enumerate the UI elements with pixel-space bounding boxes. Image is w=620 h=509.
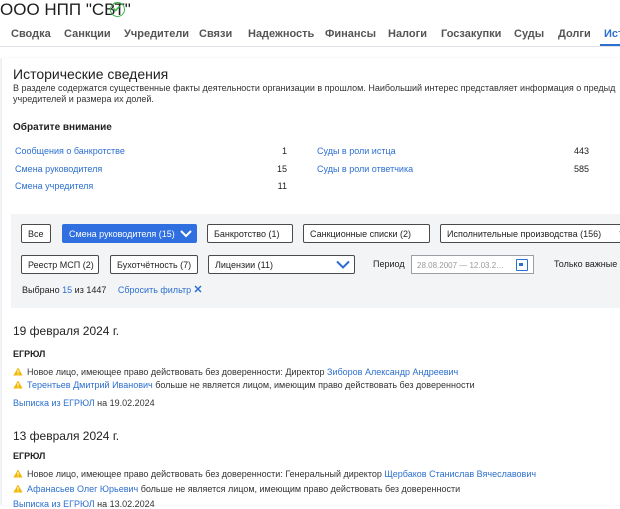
active-tab-underline: [600, 44, 620, 46]
tab-courts[interactable]: Суды: [514, 28, 544, 40]
egrul-extract-link[interactable]: Выписка из ЕГРЮЛ: [13, 499, 95, 509]
tab-sanctions[interactable]: Санкции: [64, 28, 111, 40]
attention-item-label: Суды в роли истца: [317, 146, 396, 156]
tab-connections[interactable]: Связи: [199, 28, 232, 40]
attention-item[interactable]: Сообщения о банкротстве 1: [15, 146, 287, 156]
chevron-down-icon: [180, 230, 192, 238]
event-reference-date: на 19.02.2024: [97, 398, 155, 408]
attention-item-value: 11: [277, 181, 287, 191]
event-item: Новое лицо, имеющее право действовать бе…: [13, 469, 536, 479]
tab-procurement[interactable]: Госзакупки: [441, 28, 501, 40]
filter-sanctions-button[interactable]: Санкционные списки (2): [303, 224, 430, 243]
attention-item-value: 585: [573, 164, 589, 174]
event-source: ЕГРЮЛ: [13, 451, 46, 461]
chevron-down-icon: [336, 260, 350, 269]
attention-item[interactable]: Суды в роли истца 443: [317, 146, 589, 156]
selected-count: 15: [62, 285, 73, 295]
filter-enforcement-dropdown[interactable]: Исполнительные производства (156): [440, 224, 620, 243]
selection-summary: Выбрано 15 из 1447 Сбросить фильтр: [22, 285, 202, 295]
attention-item-label: Сообщения о банкротстве: [15, 146, 125, 156]
filter-label: Смена руководителя (15): [69, 229, 175, 239]
attention-item-value: 443: [573, 146, 589, 156]
event-text: Новое лицо, имеющее право действовать бе…: [27, 469, 385, 479]
filter-director-change-dropdown[interactable]: Смена руководителя (15): [62, 224, 197, 243]
attention-item-label: Смена руководителя: [15, 164, 103, 174]
filter-label: Лицензии (11): [215, 260, 273, 270]
event-text: больше не является лицом, имеющим право …: [152, 380, 475, 390]
event-reference-date: на 13.02.2024: [97, 499, 155, 509]
filter-panel: Все Смена руководителя (15) Банкротство …: [11, 214, 620, 308]
event-item: Афанасьев Олег Юрьевич больше не являетс…: [13, 484, 460, 494]
reset-filter-link[interactable]: Сбросить фильтр: [118, 285, 202, 295]
tab-reliability[interactable]: Надежность: [248, 28, 314, 40]
filter-sme-registry-button[interactable]: Реестр МСП (2): [21, 255, 99, 274]
filter-licenses-dropdown[interactable]: Лицензии (11): [208, 255, 355, 274]
section-title: Исторические сведения: [13, 66, 169, 82]
event-reference: Выписка из ЕГРЮЛ на 13.02.2024: [13, 499, 155, 509]
period-label: Период: [373, 259, 405, 269]
attention-item-value: 15: [276, 164, 287, 174]
event-source: ЕГРЮЛ: [13, 349, 46, 359]
selected-prefix: Выбрано: [22, 285, 60, 295]
event-date: 13 февраля 2024 г.: [13, 429, 120, 443]
attention-item-label: Смена учредителя: [15, 181, 94, 191]
close-icon: [194, 285, 202, 293]
person-link[interactable]: Афанасьев Олег Юрьевич: [27, 484, 138, 494]
tab-founders[interactable]: Учредители: [124, 28, 189, 40]
verified-check-icon: [110, 2, 125, 17]
event-date: 19 февраля 2024 г.: [13, 324, 120, 338]
tab-finances[interactable]: Финансы: [325, 28, 376, 40]
tab-taxes[interactable]: Налоги: [388, 28, 427, 40]
history-card: Исторические сведения В разделе содержат…: [2, 58, 620, 509]
section-description: В разделе содержатся существенные факты …: [13, 83, 616, 104]
event-text: Новое лицо, имеющее право действовать бе…: [27, 367, 328, 377]
person-link[interactable]: Зиборов Александр Андреевич: [327, 367, 458, 377]
tab-summary[interactable]: Сводка: [11, 28, 51, 40]
attention-item[interactable]: Суды в роли ответчика 585: [317, 164, 589, 174]
egrul-extract-link[interactable]: Выписка из ЕГРЮЛ: [13, 398, 95, 408]
warning-icon: [13, 469, 23, 478]
only-important-toggle[interactable]: Только важные: [554, 259, 617, 269]
attention-item[interactable]: Смена учредителя 11: [15, 181, 287, 191]
warning-icon: [13, 367, 23, 376]
filter-bankruptcy-button[interactable]: Банкротство (1): [207, 224, 293, 243]
tab-bar: Сводка Санкции Учредители Связи Надежнос…: [0, 22, 620, 47]
filter-accounting-button[interactable]: Бухотчётность (7): [110, 255, 198, 274]
attention-item[interactable]: Смена руководителя 15: [15, 164, 287, 174]
attention-item-value: 1: [281, 146, 287, 156]
tab-history[interactable]: Исто: [604, 28, 620, 40]
event-item: Новое лицо, имеющее право действовать бе…: [13, 367, 458, 377]
warning-icon: [13, 484, 23, 493]
calendar-icon: [516, 259, 528, 271]
attention-item-label: Суды в роли ответчика: [317, 164, 414, 174]
reset-filter-label: Сбросить фильтр: [117, 285, 192, 295]
event-item: Терентьев Дмитрий Иванович больше не явл…: [13, 380, 475, 390]
filter-all-button[interactable]: Все: [21, 224, 51, 243]
selected-suffix: из 1447: [74, 285, 107, 295]
header: ООО НПП "СВТ" Сводка Санкции Учредители …: [0, 0, 620, 60]
period-value: 28.08.2007 — 12.03.2…: [417, 261, 505, 270]
event-reference: Выписка из ЕГРЮЛ на 19.02.2024: [13, 398, 155, 408]
attention-title: Обратите внимание: [13, 122, 112, 133]
event-text: больше не является лицом, имеющим право …: [138, 484, 461, 494]
main-area: Исторические сведения В разделе содержат…: [0, 58, 620, 509]
period-date-input[interactable]: 28.08.2007 — 12.03.2…: [411, 255, 534, 274]
person-link[interactable]: Терентьев Дмитрий Иванович: [27, 380, 153, 390]
warning-icon: [13, 380, 23, 389]
person-link[interactable]: Щербаков Станислав Вячеславович: [384, 469, 536, 479]
filter-label: Исполнительные производства (156): [447, 229, 602, 239]
tab-debts[interactable]: Долги: [558, 28, 591, 40]
